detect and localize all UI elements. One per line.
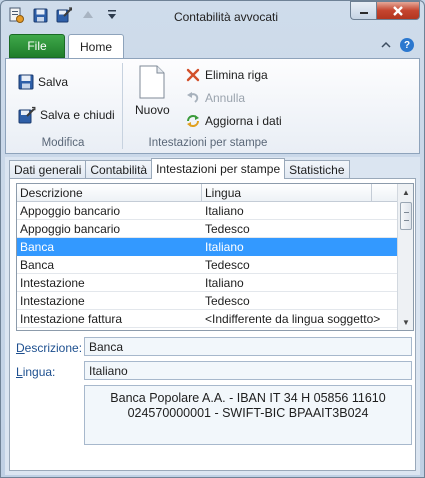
tab-home[interactable]: Home: [68, 34, 124, 59]
scrollbar-thumb[interactable]: [400, 202, 412, 230]
cell-lingua: <Indifferente da lingua soggetto>: [205, 311, 381, 326]
save-close-button[interactable]: Salva e chiudi: [18, 106, 115, 124]
delete-x-icon: [186, 68, 200, 82]
save-icon[interactable]: [31, 6, 49, 24]
tab-statistiche[interactable]: Statistiche: [284, 160, 350, 179]
scroll-up-icon[interactable]: ▲: [398, 184, 413, 200]
content-area: Dati generali Contabilità Intestazioni p…: [5, 157, 420, 475]
customize-toolbar-icon[interactable]: [103, 6, 121, 24]
save-button[interactable]: Salva: [18, 74, 68, 90]
cell-lingua: Italiano: [205, 275, 244, 290]
save-close-icon: [18, 106, 36, 124]
refresh-label: Aggiorna i dati: [205, 114, 282, 128]
table-row[interactable]: Appoggio bancario Tedesco: [17, 220, 398, 238]
ribbon-tabs-right: ?: [381, 38, 414, 52]
descrizione-label-mnemonic: D: [16, 341, 25, 355]
descrizione-label: Descrizione:: [16, 341, 82, 355]
lingua-field[interactable]: Italiano: [84, 361, 412, 380]
group-label-modifica: Modifica: [41, 137, 85, 149]
cancel-label: Annulla: [205, 91, 246, 105]
table-row[interactable]: Intestazione Italiano: [17, 274, 398, 292]
help-icon[interactable]: ?: [400, 38, 414, 52]
lingua-label-mnemonic: L: [16, 365, 23, 379]
header-text-area[interactable]: Banca Popolare A.A. - IBAN IT 34 H 05856…: [84, 385, 412, 445]
grid-rows: Appoggio bancario Italiano Appoggio banc…: [17, 202, 398, 328]
tab-panel: Descrizione Lingua Appoggio bancario Ita…: [9, 178, 416, 471]
undo-icon: [187, 92, 199, 103]
descrizione-label-text: escrizione:: [24, 341, 83, 355]
lingua-label-text: ingua:: [22, 365, 56, 379]
headers-grid: Descrizione Lingua Appoggio bancario Ita…: [16, 183, 414, 331]
cell-descrizione: Intestazione fattura: [20, 311, 123, 326]
cell-lingua: Tedesco: [205, 221, 250, 236]
new-document-icon: [139, 65, 165, 99]
tab-contabilita[interactable]: Contabilità: [85, 160, 153, 179]
table-row-selected[interactable]: Banca Italiano: [17, 238, 398, 256]
app-menu-icon[interactable]: [7, 6, 25, 24]
minimize-button[interactable]: [350, 1, 376, 20]
group-label-intestazioni: Intestazioni per stampe: [148, 137, 268, 149]
vertical-scrollbar[interactable]: ▲ ▼: [397, 184, 413, 330]
column-header-lingua[interactable]: Lingua: [202, 184, 372, 202]
cell-lingua: Italiano: [205, 239, 244, 254]
application-window: Contabilità avvocati File Home ? Salva S…: [0, 0, 425, 478]
cell-descrizione: Intestazione: [20, 275, 85, 290]
cancel-button[interactable]: Annulla: [185, 90, 245, 106]
close-icon: [393, 5, 403, 16]
new-label: Nuovo: [135, 103, 170, 117]
window-title: Contabilità avvocati: [173, 10, 279, 24]
group-modifica: Salva Salva e chiudi Modifica: [6, 59, 120, 153]
cell-lingua: Italiano: [205, 203, 244, 218]
save-close-label: Salva e chiudi: [40, 108, 115, 122]
delete-row-button[interactable]: Elimina riga: [185, 67, 268, 83]
cell-descrizione: Intestazione: [20, 293, 85, 308]
ribbon-panel: Salva Salva e chiudi Modifica Nuovo Elim…: [5, 58, 420, 154]
tab-file[interactable]: File: [9, 34, 65, 58]
refresh-button[interactable]: Aggiorna i dati: [185, 113, 282, 129]
content-tabs: Dati generali Contabilità Intestazioni p…: [9, 158, 350, 179]
column-header-extra: [372, 184, 398, 202]
cell-descrizione: Banca: [20, 257, 55, 272]
save-icon: [18, 74, 34, 90]
title-bar: Contabilità avvocati: [1, 1, 424, 31]
tab-intestazioni-per-stampe[interactable]: Intestazioni per stampe: [151, 158, 286, 179]
table-row[interactable]: Banca Tedesco: [17, 256, 398, 274]
minimize-icon: [359, 11, 368, 14]
group-intestazioni: Nuovo Elimina riga Annulla Aggiorna i da…: [123, 59, 293, 153]
table-row[interactable]: Intestazione fattura <Indifferente da li…: [17, 310, 398, 328]
column-header-descrizione[interactable]: Descrizione: [17, 184, 202, 202]
minimize-ribbon-icon[interactable]: [381, 38, 391, 52]
scroll-down-icon[interactable]: ▼: [398, 314, 413, 330]
tab-dati-generali[interactable]: Dati generali: [9, 160, 87, 179]
cell-descrizione: Appoggio bancario: [20, 203, 121, 218]
descrizione-field[interactable]: Banca: [84, 337, 412, 356]
ribbon-tabs: File Home: [9, 34, 124, 59]
grid-header: Descrizione Lingua: [17, 184, 398, 202]
save-close-icon[interactable]: [55, 6, 73, 24]
cell-lingua: Tedesco: [205, 257, 250, 272]
window-controls: [350, 1, 420, 20]
quick-access-toolbar: [7, 6, 121, 24]
delete-row-label: Elimina riga: [205, 68, 268, 82]
close-button[interactable]: [376, 1, 420, 20]
table-row[interactable]: Appoggio bancario Italiano: [17, 202, 398, 220]
save-label: Salva: [38, 75, 69, 89]
cell-lingua: Tedesco: [205, 293, 250, 308]
refresh-icon: [187, 115, 199, 127]
up-arrow-icon[interactable]: [79, 6, 97, 24]
cell-descrizione: Banca: [20, 239, 55, 254]
cell-descrizione: Appoggio bancario: [20, 221, 121, 236]
lingua-label: Lingua:: [16, 365, 55, 379]
new-button[interactable]: Nuovo: [135, 65, 170, 117]
table-row[interactable]: Intestazione Tedesco: [17, 292, 398, 310]
